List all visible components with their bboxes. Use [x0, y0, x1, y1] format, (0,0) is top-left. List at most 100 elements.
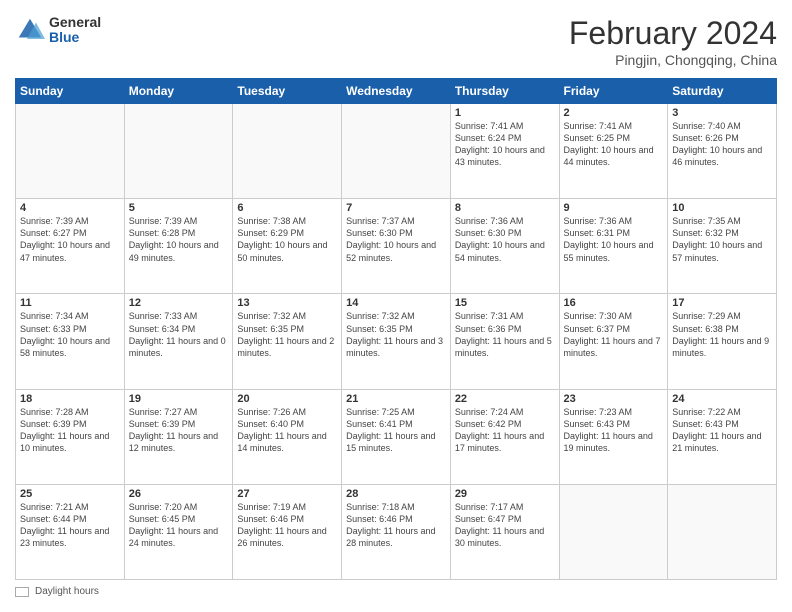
day-number: 24 [672, 393, 772, 405]
calendar-cell: 25Sunrise: 7:21 AM Sunset: 6:44 PM Dayli… [16, 484, 125, 579]
day-number: 20 [237, 393, 337, 405]
day-info: Sunrise: 7:36 AM Sunset: 6:30 PM Dayligh… [455, 215, 555, 264]
day-info: Sunrise: 7:24 AM Sunset: 6:42 PM Dayligh… [455, 406, 555, 455]
calendar-cell: 15Sunrise: 7:31 AM Sunset: 6:36 PM Dayli… [450, 294, 559, 389]
calendar-cell: 28Sunrise: 7:18 AM Sunset: 6:46 PM Dayli… [342, 484, 451, 579]
calendar-cell: 6Sunrise: 7:38 AM Sunset: 6:29 PM Daylig… [233, 199, 342, 294]
day-number: 23 [564, 393, 664, 405]
day-number: 17 [672, 297, 772, 309]
calendar-cell [16, 104, 125, 199]
calendar-cell [559, 484, 668, 579]
calendar-cell [668, 484, 777, 579]
day-number: 22 [455, 393, 555, 405]
day-info: Sunrise: 7:30 AM Sunset: 6:37 PM Dayligh… [564, 310, 664, 359]
calendar-cell: 5Sunrise: 7:39 AM Sunset: 6:28 PM Daylig… [124, 199, 233, 294]
calendar-cell: 4Sunrise: 7:39 AM Sunset: 6:27 PM Daylig… [16, 199, 125, 294]
calendar-cell: 23Sunrise: 7:23 AM Sunset: 6:43 PM Dayli… [559, 389, 668, 484]
calendar-header-wednesday: Wednesday [342, 79, 451, 104]
day-info: Sunrise: 7:21 AM Sunset: 6:44 PM Dayligh… [20, 501, 120, 550]
calendar-header-monday: Monday [124, 79, 233, 104]
day-info: Sunrise: 7:31 AM Sunset: 6:36 PM Dayligh… [455, 310, 555, 359]
calendar-cell: 9Sunrise: 7:36 AM Sunset: 6:31 PM Daylig… [559, 199, 668, 294]
calendar-cell: 10Sunrise: 7:35 AM Sunset: 6:32 PM Dayli… [668, 199, 777, 294]
logo-text: General Blue [49, 15, 101, 46]
calendar-header-row: SundayMondayTuesdayWednesdayThursdayFrid… [16, 79, 777, 104]
calendar-week-row: 25Sunrise: 7:21 AM Sunset: 6:44 PM Dayli… [16, 484, 777, 579]
calendar-cell: 27Sunrise: 7:19 AM Sunset: 6:46 PM Dayli… [233, 484, 342, 579]
day-number: 28 [346, 488, 446, 500]
day-info: Sunrise: 7:41 AM Sunset: 6:24 PM Dayligh… [455, 120, 555, 169]
calendar-week-row: 1Sunrise: 7:41 AM Sunset: 6:24 PM Daylig… [16, 104, 777, 199]
day-info: Sunrise: 7:38 AM Sunset: 6:29 PM Dayligh… [237, 215, 337, 264]
day-number: 9 [564, 202, 664, 214]
day-info: Sunrise: 7:37 AM Sunset: 6:30 PM Dayligh… [346, 215, 446, 264]
day-number: 25 [20, 488, 120, 500]
day-number: 4 [20, 202, 120, 214]
day-number: 11 [20, 297, 120, 309]
day-info: Sunrise: 7:17 AM Sunset: 6:47 PM Dayligh… [455, 501, 555, 550]
header: General Blue February 2024 Pingjin, Chon… [15, 15, 777, 68]
calendar-cell: 26Sunrise: 7:20 AM Sunset: 6:45 PM Dayli… [124, 484, 233, 579]
month-title: February 2024 [569, 15, 777, 52]
calendar-cell: 7Sunrise: 7:37 AM Sunset: 6:30 PM Daylig… [342, 199, 451, 294]
day-number: 15 [455, 297, 555, 309]
day-info: Sunrise: 7:27 AM Sunset: 6:39 PM Dayligh… [129, 406, 229, 455]
calendar-week-row: 4Sunrise: 7:39 AM Sunset: 6:27 PM Daylig… [16, 199, 777, 294]
day-info: Sunrise: 7:18 AM Sunset: 6:46 PM Dayligh… [346, 501, 446, 550]
calendar-cell: 12Sunrise: 7:33 AM Sunset: 6:34 PM Dayli… [124, 294, 233, 389]
calendar-table: SundayMondayTuesdayWednesdayThursdayFrid… [15, 78, 777, 580]
calendar-cell: 19Sunrise: 7:27 AM Sunset: 6:39 PM Dayli… [124, 389, 233, 484]
footer-legend: Daylight hours [15, 586, 777, 597]
day-info: Sunrise: 7:39 AM Sunset: 6:28 PM Dayligh… [129, 215, 229, 264]
calendar-cell [342, 104, 451, 199]
calendar-cell: 11Sunrise: 7:34 AM Sunset: 6:33 PM Dayli… [16, 294, 125, 389]
calendar-week-row: 18Sunrise: 7:28 AM Sunset: 6:39 PM Dayli… [16, 389, 777, 484]
legend-label: Daylight hours [35, 586, 99, 597]
title-block: February 2024 Pingjin, Chongqing, China [569, 15, 777, 68]
day-number: 19 [129, 393, 229, 405]
calendar-cell: 13Sunrise: 7:32 AM Sunset: 6:35 PM Dayli… [233, 294, 342, 389]
day-number: 2 [564, 107, 664, 119]
calendar-cell [233, 104, 342, 199]
calendar-cell: 3Sunrise: 7:40 AM Sunset: 6:26 PM Daylig… [668, 104, 777, 199]
calendar-header-tuesday: Tuesday [233, 79, 342, 104]
day-number: 18 [20, 393, 120, 405]
calendar-cell: 29Sunrise: 7:17 AM Sunset: 6:47 PM Dayli… [450, 484, 559, 579]
day-info: Sunrise: 7:29 AM Sunset: 6:38 PM Dayligh… [672, 310, 772, 359]
day-number: 26 [129, 488, 229, 500]
day-number: 6 [237, 202, 337, 214]
day-info: Sunrise: 7:22 AM Sunset: 6:43 PM Dayligh… [672, 406, 772, 455]
day-number: 3 [672, 107, 772, 119]
page: General Blue February 2024 Pingjin, Chon… [0, 0, 792, 612]
day-number: 10 [672, 202, 772, 214]
day-number: 13 [237, 297, 337, 309]
day-number: 1 [455, 107, 555, 119]
calendar-header-saturday: Saturday [668, 79, 777, 104]
legend-box [15, 587, 29, 597]
location: Pingjin, Chongqing, China [569, 52, 777, 68]
logo: General Blue [15, 15, 101, 46]
calendar-header-thursday: Thursday [450, 79, 559, 104]
day-info: Sunrise: 7:36 AM Sunset: 6:31 PM Dayligh… [564, 215, 664, 264]
day-info: Sunrise: 7:26 AM Sunset: 6:40 PM Dayligh… [237, 406, 337, 455]
day-info: Sunrise: 7:41 AM Sunset: 6:25 PM Dayligh… [564, 120, 664, 169]
calendar-cell: 22Sunrise: 7:24 AM Sunset: 6:42 PM Dayli… [450, 389, 559, 484]
day-number: 7 [346, 202, 446, 214]
day-number: 16 [564, 297, 664, 309]
day-number: 12 [129, 297, 229, 309]
calendar-cell: 17Sunrise: 7:29 AM Sunset: 6:38 PM Dayli… [668, 294, 777, 389]
calendar-cell [124, 104, 233, 199]
logo-blue-text: Blue [49, 30, 101, 45]
day-info: Sunrise: 7:20 AM Sunset: 6:45 PM Dayligh… [129, 501, 229, 550]
day-number: 14 [346, 297, 446, 309]
day-info: Sunrise: 7:35 AM Sunset: 6:32 PM Dayligh… [672, 215, 772, 264]
calendar-week-row: 11Sunrise: 7:34 AM Sunset: 6:33 PM Dayli… [16, 294, 777, 389]
calendar-cell: 14Sunrise: 7:32 AM Sunset: 6:35 PM Dayli… [342, 294, 451, 389]
day-info: Sunrise: 7:34 AM Sunset: 6:33 PM Dayligh… [20, 310, 120, 359]
day-info: Sunrise: 7:28 AM Sunset: 6:39 PM Dayligh… [20, 406, 120, 455]
logo-icon [15, 15, 45, 45]
calendar-cell: 16Sunrise: 7:30 AM Sunset: 6:37 PM Dayli… [559, 294, 668, 389]
day-info: Sunrise: 7:33 AM Sunset: 6:34 PM Dayligh… [129, 310, 229, 359]
day-info: Sunrise: 7:25 AM Sunset: 6:41 PM Dayligh… [346, 406, 446, 455]
calendar-cell: 20Sunrise: 7:26 AM Sunset: 6:40 PM Dayli… [233, 389, 342, 484]
